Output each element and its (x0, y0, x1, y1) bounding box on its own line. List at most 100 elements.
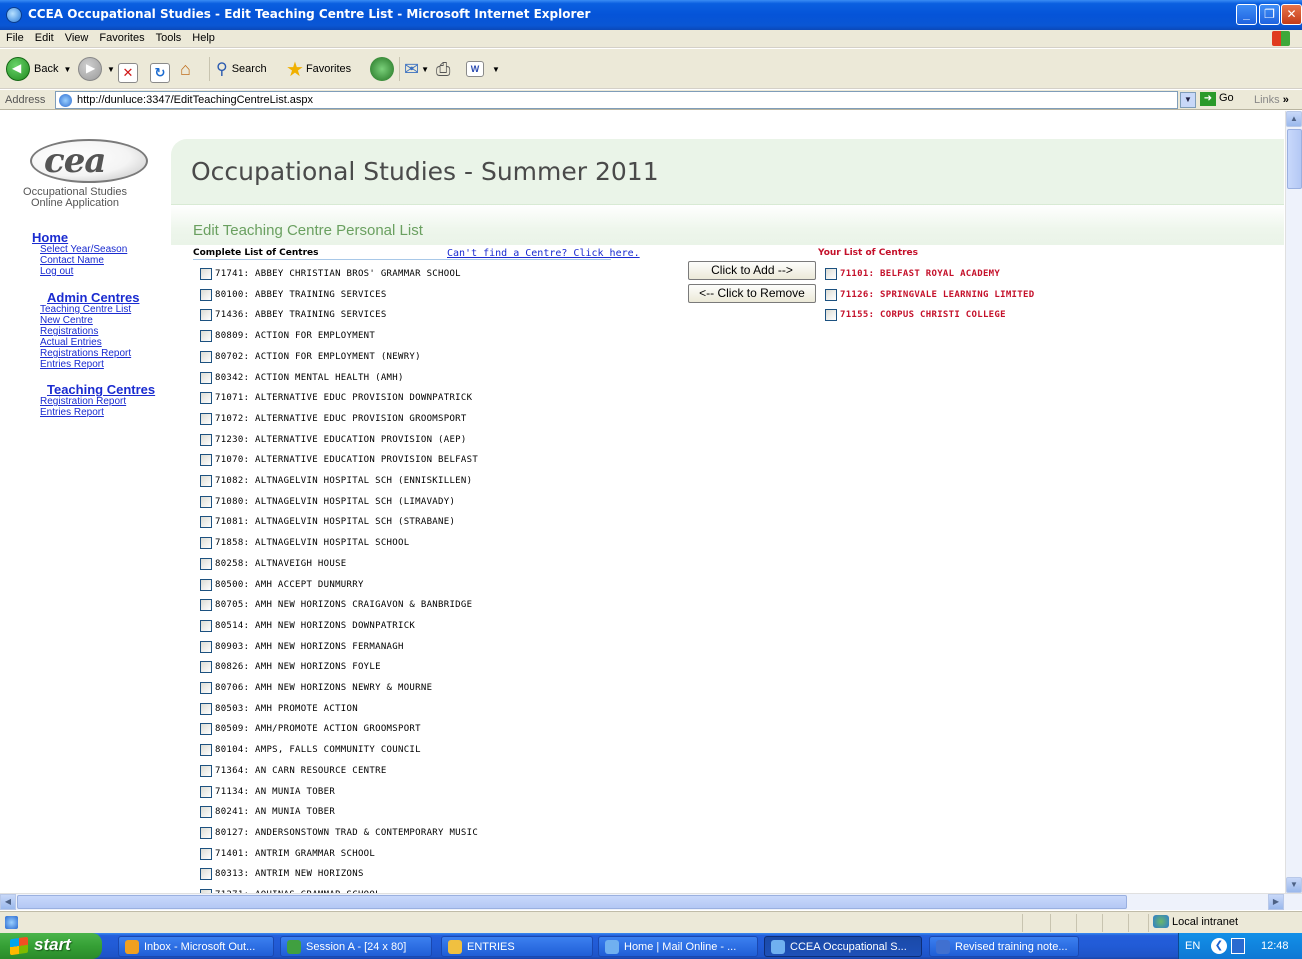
centre-checkbox[interactable] (200, 309, 212, 322)
centre-checkbox[interactable] (200, 868, 212, 881)
nav-registrations-report[interactable]: Registrations Report (40, 349, 131, 359)
centre-checkbox[interactable] (200, 702, 212, 715)
centre-checkbox[interactable] (200, 557, 212, 570)
centre-checkbox[interactable] (200, 682, 212, 694)
centre-checkbox[interactable] (200, 433, 212, 446)
selected-centre-item[interactable]: 71126: SPRINGVALE LEARNING LIMITED (825, 288, 1034, 302)
start-button[interactable]: start (0, 933, 102, 959)
centre-list-item[interactable]: 80903: AMH NEW HORIZONS FERMANAGH (200, 640, 404, 654)
centre-list-item[interactable]: 71364: AN CARN RESOURCE CENTRE (200, 764, 387, 778)
centre-list-item[interactable]: 80509: AMH/PROMOTE ACTION GROOMSPORT (200, 722, 421, 736)
centre-list-item[interactable]: 80826: AMH NEW HORIZONS FOYLE (200, 660, 381, 674)
horizontal-scroll-thumb[interactable] (17, 895, 1127, 909)
menu-edit[interactable]: Edit (29, 30, 59, 44)
selected-centre-checkbox[interactable] (825, 309, 837, 321)
nav-actual-entries[interactable]: Actual Entries (40, 338, 102, 348)
selected-centre-checkbox[interactable] (825, 288, 837, 301)
selected-centre-item[interactable]: 71155: CORPUS CHRISTI COLLEGE (825, 308, 1006, 322)
menu-help[interactable]: Help (186, 30, 220, 44)
language-indicator[interactable]: EN (1185, 940, 1200, 952)
centre-list-item[interactable]: 80706: AMH NEW HORIZONS NEWRY & MOURNE (200, 681, 432, 695)
back-button[interactable]: Back ▼ (6, 55, 71, 83)
vertical-scroll-thumb[interactable] (1287, 129, 1302, 189)
centre-list-item[interactable]: 71436: ABBEY TRAINING SERVICES (200, 308, 387, 322)
links-button[interactable]: Links » (1254, 94, 1289, 106)
centre-checkbox[interactable] (200, 723, 212, 736)
centre-checkbox[interactable] (200, 744, 212, 757)
taskbar-button[interactable]: ENTRIES (441, 936, 593, 957)
back-dropdown-icon[interactable]: ▼ (63, 65, 71, 74)
centre-list-item[interactable]: 80100: ABBEY TRAINING SERVICES (200, 288, 387, 302)
centre-checkbox[interactable] (200, 268, 212, 280)
taskbar-button[interactable]: CCEA Occupational S... (764, 936, 922, 957)
nav-contact-name[interactable]: Contact Name (40, 256, 104, 266)
refresh-button[interactable]: ↻ (150, 59, 170, 87)
centre-checkbox[interactable] (200, 764, 212, 777)
centre-list-item[interactable]: 71081: ALTNAGELVIN HOSPITAL SCH (STRABAN… (200, 515, 455, 529)
nav-teaching-entries-report[interactable]: Entries Report (40, 408, 104, 418)
centre-checkbox[interactable] (200, 454, 212, 467)
selected-centre-checkbox[interactable] (825, 268, 837, 280)
menu-tools[interactable]: Tools (150, 30, 187, 44)
nav-select-year-season[interactable]: Select Year/Season (40, 245, 127, 255)
centre-checkbox[interactable] (200, 412, 212, 425)
remove-centre-button[interactable]: <-- Click to Remove (688, 284, 816, 303)
centre-checkbox[interactable] (200, 785, 212, 798)
centre-list-item[interactable]: 80500: AMH ACCEPT DUNMURRY (200, 578, 364, 592)
centre-list-item[interactable]: 71080: ALTNAGELVIN HOSPITAL SCH (LIMAVAD… (200, 495, 455, 509)
add-centre-button[interactable]: Click to Add --> (688, 261, 816, 280)
centre-checkbox[interactable] (200, 806, 212, 819)
word-button[interactable]: W ▼ (466, 55, 500, 83)
word-dropdown-icon[interactable]: ▼ (492, 65, 500, 74)
home-button[interactable]: ⌂ (180, 55, 191, 83)
search-button[interactable]: ⚲ Search (216, 55, 267, 83)
centre-checkbox[interactable] (200, 371, 212, 384)
taskbar-button[interactable]: Home | Mail Online - ... (598, 936, 758, 957)
centre-list-item[interactable]: 71070: ALTERNATIVE EDUCATION PROVISION B… (200, 453, 478, 467)
centre-list-item[interactable]: 71082: ALTNAGELVIN HOSPITAL SCH (ENNISKI… (200, 474, 472, 488)
centre-checkbox[interactable] (200, 516, 212, 529)
mail-dropdown-icon[interactable]: ▼ (421, 65, 429, 74)
centre-checkbox[interactable] (200, 619, 212, 632)
taskbar-button[interactable]: Session A - [24 x 80] (280, 936, 432, 957)
stop-button[interactable]: ✕ (118, 59, 138, 87)
scroll-down-icon[interactable]: ▼ (1286, 877, 1302, 893)
centre-list-item[interactable]: 80127: ANDERSONSTOWN TRAD & CONTEMPORARY… (200, 826, 478, 840)
nav-home[interactable]: Home (32, 230, 68, 245)
window-title-bar[interactable]: CCEA Occupational Studies - Edit Teachin… (0, 0, 1302, 30)
centre-list-item[interactable]: 80313: ANTRIM NEW HORIZONS (200, 867, 364, 881)
menu-view[interactable]: View (59, 30, 94, 44)
centre-checkbox[interactable] (200, 392, 212, 405)
favorites-button[interactable]: ★ Favorites (286, 55, 351, 83)
centre-checkbox[interactable] (200, 288, 212, 301)
centre-list-item[interactable]: 80514: AMH NEW HORIZONS DOWNPATRICK (200, 619, 415, 633)
scroll-right-icon[interactable]: ▶ (1268, 894, 1284, 910)
centre-list-item[interactable]: 80702: ACTION FOR EMPLOYMENT (NEWRY) (200, 350, 421, 364)
centre-list-item[interactable]: 71401: ANTRIM GRAMMAR SCHOOL (200, 847, 375, 861)
taskbar-button[interactable]: Revised training note... (929, 936, 1079, 957)
centre-list-item[interactable]: 80342: ACTION MENTAL HEALTH (AMH) (200, 371, 404, 385)
centre-list-item[interactable]: 80809: ACTION FOR EMPLOYMENT (200, 329, 375, 343)
centre-checkbox[interactable] (200, 826, 212, 839)
centre-list-item[interactable]: 71858: ALTNAGELVIN HOSPITAL SCHOOL (200, 536, 409, 550)
centre-checkbox[interactable] (200, 537, 212, 550)
scroll-left-icon[interactable]: ◀ (0, 894, 16, 910)
maximize-button[interactable]: ❐ (1259, 4, 1280, 25)
centre-list-item[interactable]: 71741: ABBEY CHRISTIAN BROS' GRAMMAR SCH… (200, 267, 461, 281)
centre-list-item[interactable]: 71230: ALTERNATIVE EDUCATION PROVISION (… (200, 433, 467, 447)
centre-checkbox[interactable] (200, 661, 212, 674)
nav-registrations[interactable]: Registrations (40, 327, 98, 337)
centre-checkbox[interactable] (200, 495, 212, 508)
vertical-scrollbar[interactable]: ▲ ▼ (1285, 111, 1302, 893)
address-dropdown-icon[interactable]: ▼ (1180, 92, 1196, 108)
centre-checkbox[interactable] (200, 578, 212, 591)
scroll-up-icon[interactable]: ▲ (1286, 111, 1302, 127)
centre-list-item[interactable]: 80503: AMH PROMOTE ACTION (200, 702, 358, 716)
centre-list-item[interactable]: 80104: AMPS, FALLS COMMUNITY COUNCIL (200, 743, 421, 757)
centre-checkbox[interactable] (200, 475, 212, 487)
tray-network-icon[interactable] (1231, 938, 1245, 954)
taskbar-button[interactable]: Inbox - Microsoft Out... (118, 936, 274, 957)
centre-list-item[interactable]: 80241: AN MUNIA TOBER (200, 805, 335, 819)
nav-new-centre[interactable]: New Centre (40, 316, 93, 326)
tray-back-icon[interactable]: ❮ (1211, 938, 1227, 954)
